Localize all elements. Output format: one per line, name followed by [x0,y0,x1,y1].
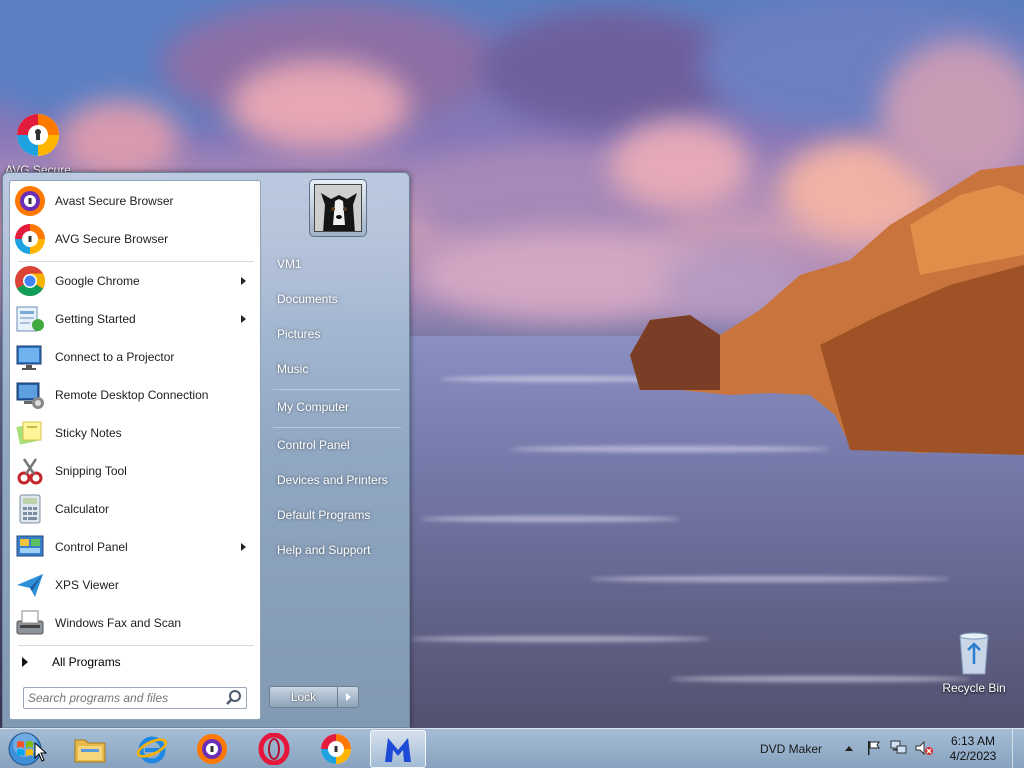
avg-browser-icon [15,224,45,254]
taskbar-file-explorer[interactable] [62,730,118,768]
taskbar-clock[interactable]: 6:13 AM 4/2/2023 [942,734,1004,764]
dog-picture [315,185,361,231]
start-item-windows-fax-and-scan[interactable]: Windows Fax and Scan [12,605,258,641]
desktop-icon-avg-secure[interactable]: AVG Secure [2,112,74,177]
getting-started-icon [16,306,44,332]
search-input[interactable] [24,691,225,705]
recycle-bin-icon [959,632,989,675]
taskbar-avg-secure-browser[interactable] [308,730,364,768]
taskbar: DVD Maker 6:13 AM 4/2/2023 [0,728,1024,768]
start-item-label: AVG Secure Browser [55,232,169,246]
taskbar-avast-secure-browser[interactable] [184,730,240,768]
start-item-label: Remote Desktop Connection [55,388,209,402]
places-separator [273,427,401,428]
action-center-flag-icon[interactable] [866,740,882,756]
calculator-icon [19,494,41,524]
start-item-label: Calculator [55,502,110,516]
shutdown-options-button[interactable] [338,687,358,707]
start-link-documents[interactable]: Documents [277,292,338,306]
search-icon[interactable] [225,689,243,707]
show-desktop-button[interactable] [1012,729,1024,768]
all-programs-button[interactable]: All Programs [18,651,254,673]
opera-icon [258,733,290,765]
tray-toolbar-label[interactable]: DVD Maker [760,742,822,756]
remote-desktop-icon [16,382,44,409]
control-panel-icon [16,535,44,557]
taskbar-opera[interactable] [246,730,302,768]
coastal-cliff [630,165,1024,455]
avast-browser-icon [197,734,227,764]
taskbar-malwarebytes[interactable] [370,730,426,768]
start-link-help-and-support[interactable]: Help and Support [277,543,370,557]
start-item-label: Sticky Notes [55,426,122,440]
start-item-label: Control Panel [55,540,128,554]
arrow-right-icon [22,657,28,667]
start-menu-places-pane: VM1 Documents Pictures Music My Computer… [267,173,407,725]
malwarebytes-icon [385,738,411,762]
submenu-arrow-icon[interactable] [241,543,246,551]
start-menu: Avast Secure Browser AVG Secure Browser [2,172,410,728]
snipping-tool-icon [17,458,43,485]
search-box[interactable] [23,687,247,709]
submenu-arrow-icon[interactable] [241,277,246,285]
start-link-default-programs[interactable]: Default Programs [277,508,370,522]
start-item-sticky-notes[interactable]: Sticky Notes [12,415,258,451]
start-item-label: Getting Started [55,312,136,326]
chevron-up-icon[interactable] [844,744,854,752]
file-explorer-icon [74,739,106,763]
start-link-my-computer[interactable]: My Computer [277,400,349,414]
start-item-label: Windows Fax and Scan [55,616,182,630]
places-separator [273,389,401,390]
start-menu-programs-pane: Avast Secure Browser AVG Secure Browser [9,180,261,720]
xps-viewer-icon [17,574,43,597]
start-link-pictures[interactable]: Pictures [277,327,320,341]
start-item-label: Google Chrome [55,274,140,288]
chrome-icon [15,266,46,297]
start-link-devices-and-printers[interactable]: Devices and Printers [277,473,388,487]
start-item-label: Connect to a Projector [55,350,175,364]
lock-button[interactable]: Lock [269,686,359,708]
desktop-icon-recycle-bin[interactable]: Recycle Bin [938,630,1010,695]
start-item-avast-secure-browser[interactable]: Avast Secure Browser [12,183,258,219]
user-photo [314,184,362,232]
internet-explorer-icon [136,736,168,764]
lock-button-label[interactable]: Lock [270,687,338,707]
start-item-label: XPS Viewer [55,578,119,592]
sticky-notes-icon [16,421,42,445]
submenu-arrow-icon[interactable] [241,315,246,323]
clock-time: 6:13 AM [950,734,996,748]
start-link-music[interactable]: Music [277,362,308,376]
start-link-vm1[interactable]: VM1 [277,257,302,271]
start-item-avg-secure-browser[interactable]: AVG Secure Browser [12,221,258,257]
start-item-remote-desktop-connection[interactable]: Remote Desktop Connection [12,377,258,413]
start-item-xps-viewer[interactable]: XPS Viewer [12,567,258,603]
start-item-label: Snipping Tool [55,464,127,478]
mouse-cursor-icon [34,742,48,762]
clock-date: 4/2/2023 [949,749,997,763]
fax-scan-icon [16,610,44,635]
start-item-google-chrome[interactable]: Google Chrome [12,263,258,299]
arrow-right-icon [345,693,351,701]
desktop-icon-label: Recycle Bin [942,681,1006,695]
avg-browser-icon [17,114,59,156]
start-item-snipping-tool[interactable]: Snipping Tool [12,453,258,489]
avg-browser-icon [321,734,351,764]
start-item-control-panel[interactable]: Control Panel [12,529,258,565]
taskbar-internet-explorer[interactable] [124,730,180,768]
user-avatar[interactable] [309,179,367,237]
start-link-control-panel[interactable]: Control Panel [277,438,350,452]
avast-browser-icon [15,186,45,216]
network-icon[interactable] [890,740,908,756]
start-item-calculator[interactable]: Calculator [12,491,258,527]
projector-icon [16,345,42,370]
all-programs-separator [18,645,254,646]
start-item-getting-started[interactable]: Getting Started [12,301,258,337]
all-programs-label: All Programs [52,655,121,669]
start-item-label: Avast Secure Browser [55,194,174,208]
start-item-connect-to-a-projector[interactable]: Connect to a Projector [12,339,258,375]
volume-muted-icon[interactable] [914,740,934,756]
pinned-separator [18,261,254,262]
